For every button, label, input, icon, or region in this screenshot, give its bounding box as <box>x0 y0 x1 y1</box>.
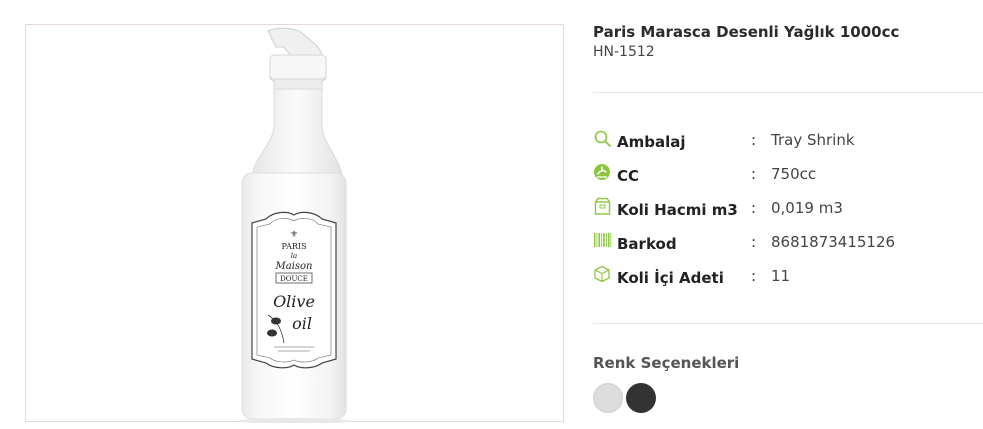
color-options-title: Renk Seçenekleri <box>593 354 740 372</box>
svg-text:Maison: Maison <box>275 261 313 272</box>
color-swatch-light-gray[interactable] <box>593 383 623 413</box>
spec-value: Tray Shrink <box>771 131 855 149</box>
bottle-label: ⚜ PARIS la Maison DOUCE Olive oil <box>251 211 337 369</box>
svg-text:Olive: Olive <box>273 292 315 311</box>
spec-row-koli-hacmi: Koli Hacmi m3 : 0,019 m3 <box>593 197 983 221</box>
product-image: ⚜ PARIS la Maison DOUCE Olive oil <box>238 27 350 423</box>
spec-label: Koli İçi Adeti <box>617 269 724 287</box>
spec-label: CC <box>617 167 640 185</box>
cc-icon <box>593 163 613 183</box>
spec-label: Koli Hacmi m3 <box>617 201 738 219</box>
product-sku: HN-1512 <box>593 44 655 60</box>
svg-text:DOUCE: DOUCE <box>280 275 308 283</box>
spec-separator: : <box>751 233 757 251</box>
svg-text:⚜: ⚜ <box>290 230 298 240</box>
svg-text:oil: oil <box>292 314 312 333</box>
spec-separator: : <box>751 199 757 217</box>
box-icon <box>593 197 613 217</box>
spec-value: 0,019 m3 <box>771 199 843 217</box>
spec-separator: : <box>751 165 757 183</box>
product-image-frame[interactable]: ⚜ PARIS la Maison DOUCE Olive oil <box>25 24 564 423</box>
divider-top <box>593 92 983 93</box>
spec-value: 8681873415126 <box>771 233 896 251</box>
spec-value: 11 <box>771 267 791 285</box>
product-title: Paris Marasca Desenli Yağlık 1000cc <box>593 23 900 41</box>
spec-row-ambalaj: Ambalaj : Tray Shrink <box>593 129 983 153</box>
bottle-neck <box>251 88 343 176</box>
svg-text:PARIS: PARIS <box>281 242 306 251</box>
spec-label: Barkod <box>617 235 677 253</box>
color-swatch-dark-gray[interactable] <box>626 383 656 413</box>
spec-row-cc: CC : 750cc <box>593 163 983 187</box>
svg-text:la: la <box>291 252 297 260</box>
barcode-icon <box>593 231 613 251</box>
spec-separator: : <box>751 267 757 285</box>
spec-row-barkod: Barkod : 8681873415126 <box>593 231 983 255</box>
spec-value: 750cc <box>771 165 817 183</box>
package-icon <box>593 265 613 285</box>
spec-label: Ambalaj <box>617 133 686 151</box>
spec-row-koli-ici-adeti: Koli İçi Adeti : 11 <box>593 265 983 289</box>
search-icon <box>593 129 613 149</box>
divider-bottom <box>593 323 983 324</box>
spec-separator: : <box>751 131 757 149</box>
